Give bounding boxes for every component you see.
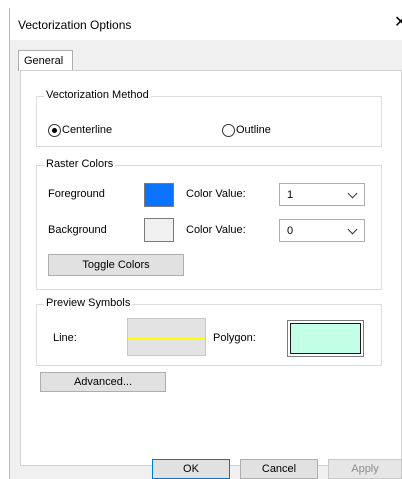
close-icon[interactable]: ✕ [394, 15, 402, 31]
polygon-symbol-preview[interactable] [287, 320, 364, 357]
line-symbol-stroke [128, 337, 205, 340]
background-color-value-label: Color Value: [186, 224, 246, 236]
title-bar[interactable]: Vectorization Options ✕ [10, 8, 402, 40]
raster-colors-group-label: Raster Colors [44, 158, 116, 170]
vectorization-options-dialog: Vectorization Options ✕ General Vectoriz… [10, 8, 402, 479]
foreground-label: Foreground [48, 188, 105, 200]
background-color-swatch[interactable] [144, 218, 174, 242]
foreground-color-swatch[interactable] [144, 183, 174, 207]
chevron-down-icon [347, 224, 358, 235]
ok-button[interactable]: OK [152, 459, 230, 479]
polygon-symbol-fill [290, 323, 361, 354]
background-strip [0, 0, 402, 8]
tab-general-label: General [24, 55, 64, 67]
chevron-down-icon [347, 188, 358, 199]
cancel-button[interactable]: Cancel [240, 459, 318, 479]
line-label: Line: [53, 332, 77, 344]
toggle-colors-button[interactable]: Toggle Colors [48, 254, 184, 276]
vectorization-method-group: Vectorization Method [36, 89, 382, 147]
centerline-radio[interactable] [48, 124, 61, 137]
background-color-value: 0 [287, 225, 294, 237]
foreground-color-value-label: Color Value: [186, 188, 246, 200]
foreground-color-value: 1 [287, 189, 294, 201]
vectorization-method-group-label: Vectorization Method [44, 89, 151, 101]
foreground-color-value-select[interactable]: 1 [279, 183, 365, 206]
window-title: Vectorization Options [18, 18, 132, 32]
centerline-label[interactable]: Centerline [62, 124, 112, 136]
outline-label[interactable]: Outline [236, 124, 271, 136]
radio-selected-dot [52, 128, 57, 133]
apply-button[interactable]: Apply [328, 459, 402, 479]
background-label: Background [48, 224, 107, 236]
preview-symbols-group-label: Preview Symbols [44, 297, 133, 309]
background-color-value-select[interactable]: 0 [279, 219, 365, 242]
tab-general[interactable]: General [18, 50, 73, 71]
outline-radio[interactable] [222, 124, 235, 137]
advanced-button[interactable]: Advanced... [40, 372, 166, 392]
polygon-label: Polygon: [213, 332, 256, 344]
line-symbol-preview[interactable] [127, 318, 206, 356]
